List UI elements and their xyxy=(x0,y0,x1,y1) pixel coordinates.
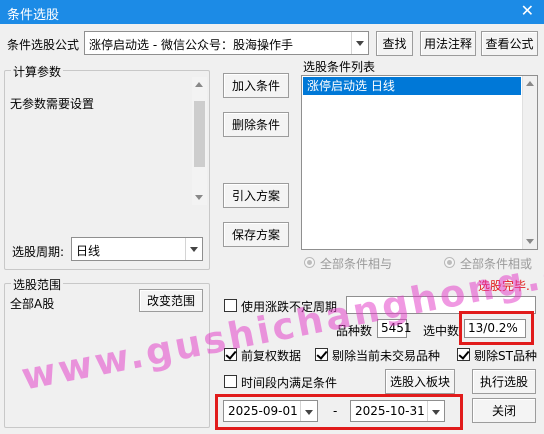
chevron-down-icon[interactable] xyxy=(185,238,202,260)
exclude-st-label: 剔除ST品种 xyxy=(474,349,537,363)
forward-adjust-label: 前复权数据 xyxy=(241,349,302,363)
find-button[interactable]: 查找 xyxy=(376,31,413,56)
selected-label: 选中数 xyxy=(423,324,460,338)
exclude-untraded-checkbox[interactable] xyxy=(315,348,328,361)
chevron-down-icon[interactable] xyxy=(351,32,368,54)
period-select[interactable]: 日线 xyxy=(71,237,203,261)
variable-period-label: 使用涨跌不定周期 xyxy=(241,300,338,314)
scroll-down-icon[interactable] xyxy=(526,239,534,244)
logic-or-radio[interactable] xyxy=(444,257,455,268)
formula-value: 涨停启动选 - 微信公众号：股海操作手 xyxy=(89,38,293,52)
list-item[interactable]: 涨停启动选 日线 xyxy=(303,77,521,95)
period-label: 选股周期: xyxy=(12,245,65,259)
execute-button[interactable]: 执行选股 xyxy=(472,369,536,394)
count-label: 品种数 xyxy=(336,324,373,338)
view-formula-button[interactable]: 查看公式 xyxy=(481,31,538,56)
formula-select[interactable]: 涨停启动选 - 微信公众号：股海操作手 xyxy=(84,31,369,55)
exclude-st-checkbox[interactable] xyxy=(457,348,470,361)
formula-label: 条件选股公式 xyxy=(7,38,80,52)
save-plan-button[interactable]: 保存方案 xyxy=(223,222,289,247)
params-scrollbar[interactable] xyxy=(192,77,207,205)
add-condition-button[interactable]: 加入条件 xyxy=(223,73,289,98)
remove-condition-button[interactable]: 删除条件 xyxy=(223,112,289,137)
exclude-untraded-label: 剔除当前未交易品种 xyxy=(332,349,441,363)
range-value: 全部A股 xyxy=(10,297,55,311)
conditions-list-label: 选股条件列表 xyxy=(303,60,376,74)
conditions-list[interactable]: 涨停启动选 日线 xyxy=(301,75,538,250)
usage-notes-button[interactable]: 用法注释 xyxy=(420,31,476,56)
period-value: 日线 xyxy=(76,244,101,258)
scroll-thumb[interactable] xyxy=(194,101,205,167)
logic-and-radio[interactable] xyxy=(304,257,315,268)
to-block-button[interactable]: 选股入板块 xyxy=(385,369,455,394)
dialog-body: 条件选股公式 涨停启动选 - 微信公众号：股海操作手 查找 用法注释 查看公式 … xyxy=(0,24,544,434)
scroll-up-icon[interactable] xyxy=(526,81,534,86)
range-group-title: 选股范围 xyxy=(11,276,64,293)
window-title: 条件选股 xyxy=(7,8,60,23)
params-group: 计算参数 无参数需要设置 选股周期: 日线 xyxy=(4,63,210,270)
highlight-box xyxy=(215,394,463,430)
close-button[interactable]: 关闭 xyxy=(472,398,536,423)
range-group: 选股范围 全部A股 改变范围 xyxy=(4,276,210,428)
import-plan-button[interactable]: 引入方案 xyxy=(223,183,289,208)
logic-or-label: 全部条件相或 xyxy=(460,257,533,271)
params-text: 无参数需要设置 xyxy=(10,97,95,111)
params-group-title: 计算参数 xyxy=(11,63,64,80)
scroll-down-icon[interactable] xyxy=(195,195,203,200)
variable-period-checkbox[interactable] xyxy=(224,299,237,312)
change-range-button[interactable]: 改变范围 xyxy=(139,289,203,312)
forward-adjust-checkbox[interactable] xyxy=(224,348,237,361)
conditions-scrollbar[interactable] xyxy=(522,76,537,249)
highlight-box xyxy=(459,311,534,345)
logic-and-label: 全部条件相与 xyxy=(320,257,393,271)
title-bar: 条件选股 ✕ xyxy=(0,0,544,24)
status-text: 选股完毕. xyxy=(478,279,530,293)
scroll-up-icon[interactable] xyxy=(195,82,203,87)
time-range-label: 时间段内满足条件 xyxy=(241,376,338,390)
count-value: 5451 xyxy=(377,319,412,338)
close-icon[interactable]: ✕ xyxy=(521,1,534,20)
time-range-checkbox[interactable] xyxy=(224,375,237,388)
